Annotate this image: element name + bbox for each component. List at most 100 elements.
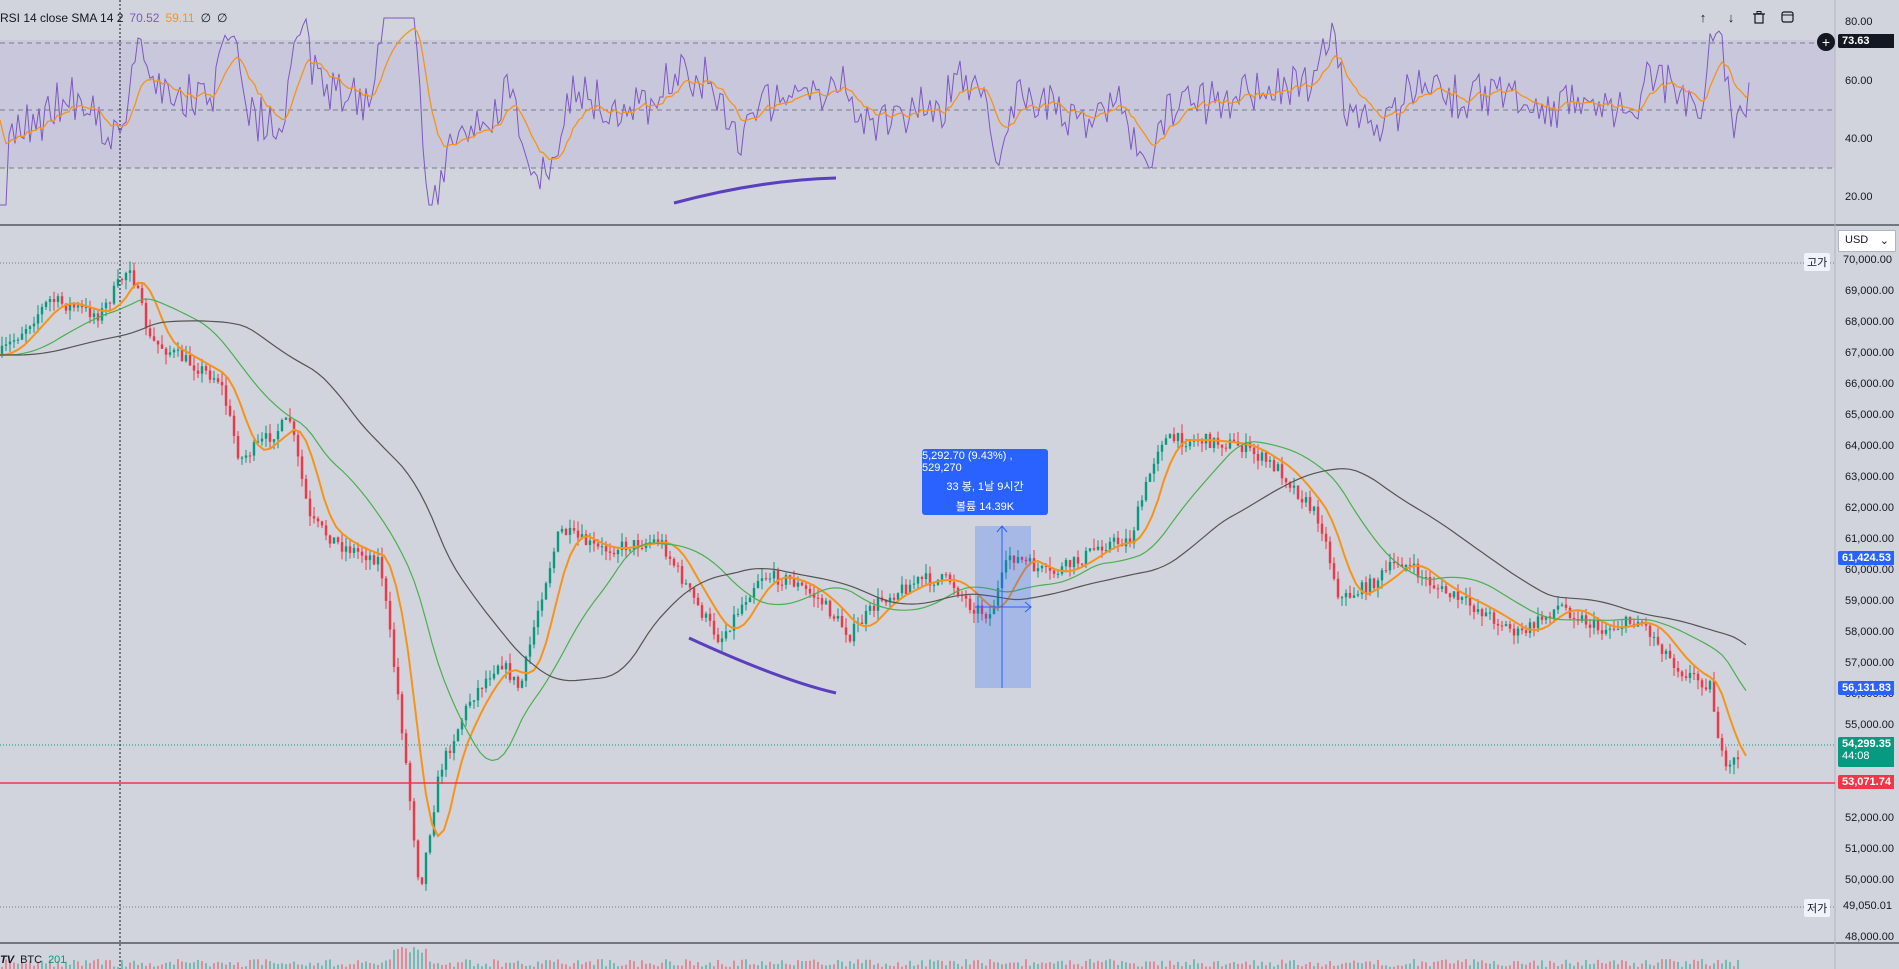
volume-bar (841, 961, 843, 969)
candle-body (420, 877, 424, 884)
volume-bar (1605, 963, 1607, 969)
volume-bar (293, 961, 295, 969)
volume-bar (981, 963, 983, 969)
candle-body (572, 528, 576, 531)
volume-bar (1213, 961, 1215, 969)
candle-body (716, 634, 720, 643)
chart-stage[interactable]: RSI 14 close SMA 14 2 70.52 59.11 ∅ ∅ ↑ … (0, 0, 1899, 969)
volume-bar (785, 963, 787, 969)
rsi-axis-40: 40.00 (1845, 133, 1873, 145)
volume-bar (1689, 963, 1691, 969)
candle-body (1560, 604, 1564, 606)
volume-bar (1105, 960, 1107, 969)
candle-body (56, 296, 60, 303)
candle-body (896, 593, 900, 600)
candle-body (492, 673, 496, 679)
candle-body (408, 763, 412, 802)
volume-bar (721, 964, 723, 969)
volume-bar (109, 960, 111, 969)
candle-body (748, 597, 752, 603)
volume-bar (1073, 964, 1075, 969)
currency-select[interactable]: USD ⌄ (1838, 230, 1896, 252)
volume-bar (661, 962, 663, 969)
volume-bar (417, 949, 419, 969)
volume-bar (797, 960, 799, 969)
volume-bar (1397, 965, 1399, 969)
price-axis-61000: 61,000.00 (1845, 533, 1894, 545)
candle-body (456, 729, 460, 742)
arrow-down-icon[interactable]: ↓ (1722, 8, 1740, 26)
candle-body (1084, 550, 1088, 565)
volume-bar (829, 964, 831, 969)
volume-bar (1185, 961, 1187, 969)
volume-bar (549, 960, 551, 969)
volume-bar (581, 964, 583, 969)
arrow-up-icon[interactable]: ↑ (1694, 8, 1712, 26)
volume-bar (1225, 964, 1227, 969)
candle-body (1712, 681, 1716, 712)
candle-body (1320, 523, 1324, 534)
candle-body (576, 530, 580, 538)
candle-body (0, 345, 4, 355)
volume-bar (289, 963, 291, 969)
volume-bar (217, 961, 219, 969)
candle-body (312, 516, 316, 519)
volume-bar (673, 965, 675, 969)
trash-icon[interactable] (1750, 8, 1768, 26)
candle-body (4, 344, 8, 346)
volume-bar (1069, 960, 1071, 969)
volume-bar (297, 964, 299, 969)
volume-bar (681, 965, 683, 969)
measure-tooltip: 5,292.70 (9.43%) , 529,270 33 봉, 1날 9시간 … (922, 449, 1048, 515)
volume-bar (1053, 963, 1055, 969)
candle-body (1460, 596, 1464, 600)
candle-body (1168, 434, 1172, 439)
candle-body (232, 415, 236, 436)
candle-body (264, 433, 268, 439)
volume-bar (1729, 961, 1731, 969)
volume-legend[interactable]: TV BTC 201 (0, 954, 66, 966)
candle-body (384, 578, 388, 601)
volume-bar (1177, 961, 1179, 969)
volume-bar (1465, 959, 1467, 969)
candle-body (744, 602, 748, 605)
candle-body (400, 694, 404, 734)
volume-bar (1249, 964, 1251, 969)
volume-bar (793, 965, 795, 969)
candle-body (184, 355, 188, 362)
candle-body (600, 546, 604, 548)
volume-bar (513, 962, 515, 969)
candle-body (1696, 673, 1700, 681)
volume-bar (709, 962, 711, 969)
volume-bar (985, 965, 987, 969)
volume-bar (1093, 962, 1095, 969)
volume-bar (1197, 963, 1199, 969)
add-alert-icon[interactable]: + (1817, 33, 1835, 51)
volume-bar (1153, 961, 1155, 969)
candle-body (1604, 629, 1608, 634)
volume-bar (1217, 960, 1219, 969)
volume-bar (493, 959, 495, 969)
candle-body (568, 528, 572, 535)
candle-body (1736, 757, 1740, 760)
volume-bar (1077, 964, 1079, 969)
volume-bar (585, 962, 587, 969)
volume-bar (1649, 964, 1651, 969)
price-axis-67000: 67,000.00 (1845, 347, 1894, 359)
volume-bar (873, 964, 875, 969)
volume-bar (1089, 959, 1091, 969)
candle-body (760, 578, 764, 581)
volume-bar (937, 960, 939, 969)
candle-body (524, 656, 528, 681)
candle-body (564, 528, 568, 535)
price-divergence-line (688, 636, 837, 695)
volume-bar (381, 962, 383, 969)
candle-body (840, 615, 844, 628)
volume-bar (401, 947, 403, 969)
candle-body (696, 597, 700, 606)
volume-bar (205, 963, 207, 969)
candle-body (124, 272, 128, 281)
candle-body (1508, 624, 1512, 629)
maximize-icon[interactable] (1778, 8, 1796, 26)
rsi-legend[interactable]: RSI 14 close SMA 14 2 70.52 59.11 ∅ ∅ (0, 11, 227, 25)
